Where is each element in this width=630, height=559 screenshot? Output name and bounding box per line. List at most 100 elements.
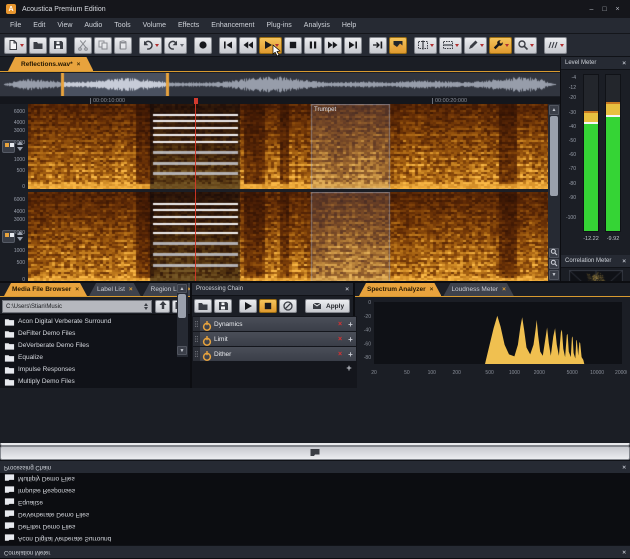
scroll-down-icon[interactable]: ▼	[549, 270, 559, 280]
menu-view[interactable]: View	[51, 22, 78, 29]
tab-close-icon[interactable]: ×	[430, 286, 434, 293]
channel-1-button[interactable]	[2, 140, 15, 153]
drag-handle-icon[interactable]	[193, 332, 200, 346]
dropdown-arrow[interactable]	[530, 43, 534, 47]
dropdown-arrow[interactable]	[480, 43, 484, 47]
file-list-item[interactable]: Acon Digital Verberate Surround	[0, 315, 190, 327]
chain-save-button[interactable]	[214, 299, 232, 313]
menu-file[interactable]: File	[4, 22, 27, 29]
file-scroll-down-icon[interactable]: ▼	[177, 346, 187, 355]
cut-button[interactable]	[74, 36, 92, 54]
scroll-up-icon[interactable]: ▲	[549, 105, 559, 115]
processing-chain-close-icon[interactable]: ×	[345, 286, 349, 293]
path-combo-spinner-icon[interactable]	[144, 303, 148, 310]
file-list-item[interactable]: DeFilter Demo Files	[0, 327, 190, 339]
menu-effects[interactable]: Effects	[172, 22, 205, 29]
channel-2-button[interactable]	[2, 230, 15, 243]
redo-button[interactable]	[164, 36, 187, 54]
stop-button[interactable]	[284, 36, 302, 54]
overview-waveform[interactable]	[0, 73, 560, 96]
power-icon[interactable]	[201, 349, 213, 361]
dropdown-arrow[interactable]	[180, 43, 184, 47]
fast-forward-button[interactable]	[324, 36, 342, 54]
chain-play-button[interactable]	[239, 299, 257, 313]
zoom-out-vertical-icon[interactable]	[549, 259, 559, 269]
frequency-selection-tool-button[interactable]	[439, 36, 462, 54]
new-file-button[interactable]	[4, 36, 27, 54]
document-tab-close-icon[interactable]: ×	[77, 61, 81, 68]
open-file-button[interactable]	[29, 36, 47, 54]
play-through-button[interactable]	[369, 36, 387, 54]
save-file-button[interactable]	[49, 36, 67, 54]
skip-to-start-button[interactable]	[219, 36, 237, 54]
chain-effect-row[interactable]: Dynamics × +	[193, 317, 356, 331]
tab-media-file-browser[interactable]: Media File Browser ×	[4, 283, 87, 296]
chain-stop-button[interactable]	[259, 299, 277, 313]
zoom-tool-button[interactable]	[514, 36, 537, 54]
rewind-button[interactable]	[239, 36, 257, 54]
menu-plug-ins[interactable]: Plug-ins	[260, 22, 297, 29]
level-meter-close-icon[interactable]: ×	[622, 60, 626, 67]
dropdown-arrow[interactable]	[155, 43, 159, 47]
menu-help[interactable]: Help	[336, 22, 362, 29]
chain-apply-button[interactable]: Apply	[305, 299, 351, 313]
time-selection-tool-button[interactable]	[414, 36, 437, 54]
menu-analysis[interactable]: Analysis	[298, 22, 336, 29]
undo-button[interactable]	[139, 36, 162, 54]
dropdown-arrow[interactable]	[20, 43, 24, 47]
pause-button[interactable]	[304, 36, 322, 54]
maximize-button[interactable]: □	[598, 6, 611, 13]
chain-bypass-button[interactable]	[279, 299, 297, 313]
drag-handle-icon[interactable]	[193, 317, 200, 331]
scrub-tool-button[interactable]	[544, 36, 567, 54]
file-scroll-thumb[interactable]	[178, 294, 186, 318]
minimize-button[interactable]: –	[585, 6, 598, 13]
tab-label-list[interactable]: Label List ×	[89, 283, 141, 296]
spectral-view-toggle[interactable]	[389, 36, 407, 54]
drag-handle-icon[interactable]	[193, 347, 200, 361]
record-button[interactable]	[194, 36, 212, 54]
chain-open-button[interactable]	[194, 299, 212, 313]
document-tab[interactable]: Reflections.wav* ×	[8, 57, 93, 71]
remove-effect-icon[interactable]: ×	[335, 321, 345, 328]
power-icon[interactable]	[201, 319, 213, 331]
add-effect-icon[interactable]: +	[342, 363, 356, 373]
draw-tool-button[interactable]	[464, 36, 487, 54]
tab-spectrum-analyzer[interactable]: Spectrum Analyzer ×	[359, 283, 441, 296]
file-list-item[interactable]: Impulse Responses	[0, 363, 190, 375]
file-list-item[interactable]: DeVerberate Demo Files	[0, 339, 190, 351]
menu-edit[interactable]: Edit	[27, 22, 51, 29]
power-icon[interactable]	[201, 334, 213, 346]
menu-tools[interactable]: Tools	[108, 22, 136, 29]
path-combo-box[interactable]: C:\Users\Stian\Music	[2, 300, 152, 313]
tab-close-icon[interactable]: ×	[75, 286, 79, 293]
file-scroll-up-icon[interactable]: ▲	[177, 284, 187, 293]
correlation-meter-close-icon[interactable]: ×	[622, 258, 626, 265]
dropdown-arrow[interactable]	[505, 43, 509, 47]
paste-button[interactable]	[114, 36, 132, 54]
dropdown-arrow[interactable]	[455, 43, 459, 47]
skip-to-end-button[interactable]	[344, 36, 362, 54]
spectrogram-channel-2[interactable]	[28, 192, 548, 282]
tab-close-icon[interactable]: ×	[502, 286, 506, 293]
file-list-scrollbar[interactable]: ▲ ▼	[177, 283, 188, 357]
remove-effect-icon[interactable]: ×	[335, 351, 345, 358]
vertical-scrollbar[interactable]: ▲ ▼	[548, 104, 560, 282]
spectrogram-channel-1[interactable]	[28, 104, 548, 189]
channel-2-spinner[interactable]	[17, 231, 23, 243]
file-list-item[interactable]: Equalize	[0, 351, 190, 363]
copy-button[interactable]	[94, 36, 112, 54]
chain-effect-row[interactable]: Limit × +	[193, 332, 356, 346]
menu-enhancement[interactable]: Enhancement	[205, 22, 260, 29]
channel-1-spinner[interactable]	[17, 141, 23, 153]
menu-audio[interactable]: Audio	[78, 22, 108, 29]
play-button[interactable]	[259, 36, 282, 56]
retouch-tool-button[interactable]	[489, 36, 512, 54]
menu-volume[interactable]: Volume	[137, 22, 172, 29]
vertical-scroll-thumb[interactable]	[550, 116, 558, 196]
tab-close-icon[interactable]: ×	[129, 286, 133, 293]
file-list-item[interactable]: Multiply Demo Files	[0, 375, 190, 387]
folder-up-button[interactable]	[155, 300, 170, 313]
chain-effect-row[interactable]: Dither × +	[193, 347, 356, 361]
remove-effect-icon[interactable]: ×	[335, 336, 345, 343]
